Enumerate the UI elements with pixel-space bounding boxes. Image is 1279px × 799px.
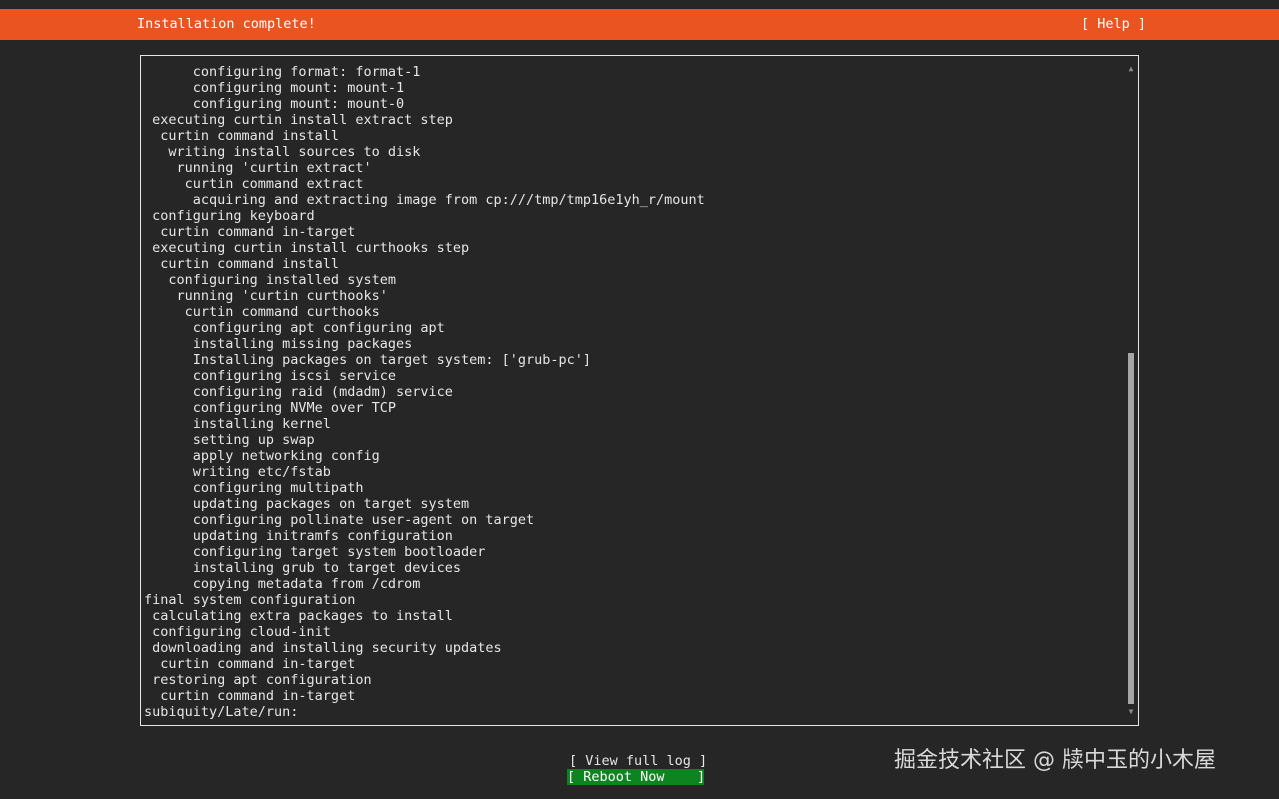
log-line: curtin command install (144, 256, 340, 272)
log-line: configuring NVMe over TCP (144, 400, 396, 416)
log-line: installing grub to target devices (144, 560, 461, 576)
log-line: configuring installed system (144, 272, 396, 288)
page-title: Installation complete! (137, 16, 316, 32)
log-line: updating initramfs configuration (144, 528, 453, 544)
reboot-now-button[interactable]: [ Reboot Now ] (567, 769, 705, 785)
log-line: Installing packages on target system: ['… (144, 352, 592, 368)
log-line: copying metadata from /cdrom (144, 576, 421, 592)
log-line: curtin command in-target (144, 656, 356, 672)
log-line: curtin command install (144, 128, 340, 144)
log-line: configuring mount: mount-0 (144, 96, 405, 112)
log-line: final system configuration (144, 592, 356, 608)
log-line: configuring cloud-init (144, 624, 331, 640)
log-line: downloading and installing security upda… (144, 640, 502, 656)
scroll-up-icon[interactable]: ▲ (1126, 64, 1136, 74)
log-line: writing etc/fstab (144, 464, 331, 480)
log-output: configuring format: format-1 configuring… (144, 64, 705, 720)
log-line: setting up swap (144, 432, 315, 448)
log-line: configuring target system bootloader (144, 544, 486, 560)
header-bar: Installation complete! [ Help ] (0, 9, 1279, 40)
log-line: configuring keyboard (144, 208, 315, 224)
log-line: configuring iscsi service (144, 368, 396, 384)
view-full-log-button[interactable]: [ View full log ] (569, 753, 707, 769)
log-line: configuring mount: mount-1 (144, 80, 405, 96)
log-line: curtin command curthooks (144, 304, 380, 320)
log-line: curtin command in-target (144, 688, 356, 704)
log-line: running 'curtin extract' (144, 160, 372, 176)
install-log-panel: configuring format: format-1 configuring… (140, 55, 1139, 726)
log-line: curtin command in-target (144, 224, 356, 240)
log-line: configuring pollinate user-agent on targ… (144, 512, 535, 528)
log-line: subiquity/Late/run: (144, 704, 299, 720)
help-button[interactable]: [ Help ] (1081, 16, 1146, 32)
log-line: restoring apt configuration (144, 672, 372, 688)
log-line: installing missing packages (144, 336, 413, 352)
log-line: running 'curtin curthooks' (144, 288, 388, 304)
log-line: acquiring and extracting image from cp:/… (144, 192, 705, 208)
log-line: configuring multipath (144, 480, 364, 496)
log-line: writing install sources to disk (144, 144, 421, 160)
log-scrollbar[interactable]: ▲ ▼ (1126, 64, 1136, 716)
log-line: configuring raid (mdadm) service (144, 384, 453, 400)
log-line: executing curtin install extract step (144, 112, 453, 128)
log-line: configuring apt configuring apt (144, 320, 445, 336)
log-line: apply networking config (144, 448, 380, 464)
log-line: calculating extra packages to install (144, 608, 453, 624)
scroll-thumb[interactable] (1128, 353, 1134, 704)
watermark: 掘金技术社区 @ 牍中玉的小木屋 (894, 748, 1216, 773)
scroll-track[interactable] (1128, 78, 1134, 704)
log-line: executing curtin install curthooks step (144, 240, 470, 256)
log-line: installing kernel (144, 416, 331, 432)
scroll-down-icon[interactable]: ▼ (1126, 707, 1136, 717)
log-line: curtin command extract (144, 176, 364, 192)
log-line: updating packages on target system (144, 496, 470, 512)
log-line: configuring format: format-1 (144, 64, 421, 80)
